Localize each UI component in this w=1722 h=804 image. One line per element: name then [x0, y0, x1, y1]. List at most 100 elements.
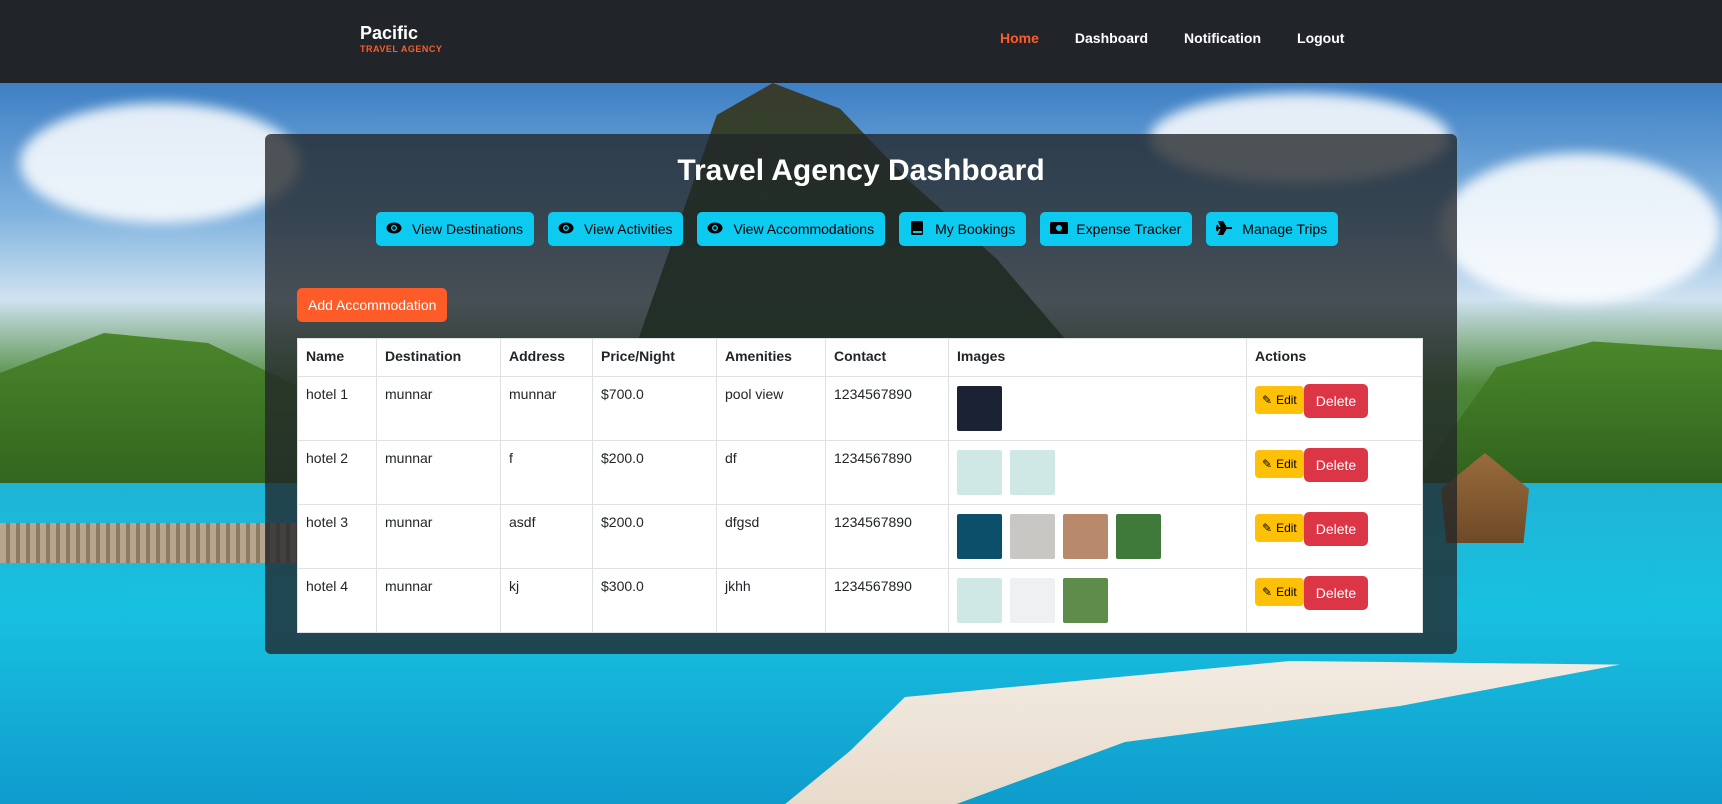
manage-trips-button[interactable]: Manage Trips: [1206, 212, 1339, 246]
column-header-amenities: Amenities: [716, 338, 826, 377]
cell-images: [948, 440, 1247, 505]
column-header-images: Images: [948, 338, 1247, 377]
book-icon: [909, 220, 925, 238]
cell-address: f: [500, 440, 593, 505]
money-bill-icon: [1050, 221, 1069, 237]
cell-price: $700.0: [592, 376, 717, 441]
cell-address: asdf: [500, 504, 593, 569]
cell-images: [948, 504, 1247, 569]
eye-icon: [707, 221, 723, 237]
cell-address: kj: [500, 568, 593, 633]
expense-tracker-button[interactable]: Expense Tracker: [1040, 212, 1193, 246]
edit-button[interactable]: ✎ Edit: [1255, 578, 1304, 606]
hotel-image-thumbnail[interactable]: [1063, 578, 1108, 623]
edit-icon: ✎: [1262, 585, 1273, 599]
column-header-destination: Destination: [376, 338, 501, 377]
delete-button[interactable]: Delete: [1303, 384, 1369, 418]
manage-trips-label: Manage Trips: [1242, 221, 1328, 237]
view-activities-label: View Activities: [584, 221, 673, 237]
hotel-image-thumbnail[interactable]: [1010, 514, 1055, 559]
edit-label: Edit: [1276, 457, 1297, 471]
column-header-name: Name: [297, 338, 377, 377]
column-header-actions: Actions: [1246, 338, 1423, 377]
cell-images: [948, 376, 1247, 441]
cell-name: hotel 4: [297, 568, 377, 633]
edit-label: Edit: [1276, 585, 1297, 599]
cell-destination: munnar: [376, 568, 501, 633]
edit-label: Edit: [1276, 521, 1297, 535]
nav-logout[interactable]: Logout: [1297, 30, 1344, 46]
edit-button[interactable]: ✎ Edit: [1255, 386, 1304, 414]
view-accommodations-label: View Accommodations: [733, 221, 875, 237]
cell-destination: munnar: [376, 440, 501, 505]
add-accommodation-button[interactable]: Add Accommodation: [297, 288, 448, 322]
cell-amenities: dfgsd: [716, 504, 826, 569]
cell-contact: 1234567890: [825, 440, 949, 505]
delete-button[interactable]: Delete: [1303, 576, 1369, 610]
view-accommodations-button[interactable]: View Accommodations: [697, 212, 886, 246]
eye-icon: [386, 221, 402, 237]
dashboard-panel: Travel Agency Dashboard View Destination…: [265, 134, 1457, 654]
edit-label: Edit: [1276, 393, 1297, 407]
nav-dashboard[interactable]: Dashboard: [1075, 30, 1148, 46]
my-bookings-label: My Bookings: [935, 221, 1016, 237]
delete-button[interactable]: Delete: [1303, 512, 1369, 546]
nav-home[interactable]: Home: [1000, 30, 1039, 46]
page-title: Travel Agency Dashboard: [677, 154, 1045, 187]
cell-amenities: jkhh: [716, 568, 826, 633]
column-header-price: Price/Night: [592, 338, 717, 377]
brand-logo[interactable]: Pacific TRAVEL AGENCY: [360, 22, 442, 54]
hotel-image-thumbnail[interactable]: [957, 514, 1002, 559]
cell-actions: ✎ Edit Delete: [1246, 504, 1423, 569]
hotel-image-thumbnail[interactable]: [1010, 578, 1055, 623]
cell-contact: 1234567890: [825, 504, 949, 569]
cell-price: $200.0: [592, 440, 717, 505]
table-header-row: Name Destination Address Price/Night Ame…: [297, 338, 1423, 377]
quick-actions: View Destinations View Activities View A…: [376, 212, 1339, 246]
expense-tracker-label: Expense Tracker: [1076, 221, 1182, 237]
hotel-image-thumbnail[interactable]: [957, 450, 1002, 495]
view-destinations-label: View Destinations: [412, 221, 524, 237]
table-row: hotel 2 munnar f $200.0 df 1234567890 ✎: [297, 440, 1423, 505]
hotel-image-thumbnail[interactable]: [1010, 450, 1055, 495]
edit-button[interactable]: ✎ Edit: [1255, 450, 1304, 478]
cell-contact: 1234567890: [825, 376, 949, 441]
cell-contact: 1234567890: [825, 568, 949, 633]
cell-destination: munnar: [376, 504, 501, 569]
hotel-image-thumbnail[interactable]: [957, 578, 1002, 623]
table-row: hotel 3 munnar asdf $200.0 dfgsd 1234567…: [297, 504, 1423, 569]
column-header-contact: Contact: [825, 338, 949, 377]
hotel-image-thumbnail[interactable]: [957, 386, 1002, 431]
edit-icon: ✎: [1262, 393, 1273, 407]
nav-links: Home Dashboard Notification Logout: [1000, 30, 1344, 46]
delete-button[interactable]: Delete: [1303, 448, 1369, 482]
cell-name: hotel 3: [297, 504, 377, 569]
hotel-image-thumbnail[interactable]: [1116, 514, 1161, 559]
my-bookings-button[interactable]: My Bookings: [899, 212, 1027, 246]
cell-name: hotel 2: [297, 440, 377, 505]
edit-button[interactable]: ✎ Edit: [1255, 514, 1304, 542]
cell-price: $300.0: [592, 568, 717, 633]
cell-address: munnar: [500, 376, 593, 441]
hotel-image-thumbnail[interactable]: [1063, 514, 1108, 559]
table-row: hotel 4 munnar kj $300.0 jkhh 1234567890: [297, 568, 1423, 633]
table-row: hotel 1 munnar munnar $700.0 pool view 1…: [297, 376, 1423, 441]
cell-actions: ✎ Edit Delete: [1246, 568, 1423, 633]
column-header-address: Address: [500, 338, 593, 377]
view-destinations-button[interactable]: View Destinations: [376, 212, 535, 246]
cell-name: hotel 1: [297, 376, 377, 441]
edit-icon: ✎: [1262, 457, 1273, 471]
eye-icon: [558, 221, 574, 237]
cell-amenities: df: [716, 440, 826, 505]
accommodations-table: Name Destination Address Price/Night Ame…: [297, 338, 1423, 633]
cell-images: [948, 568, 1247, 633]
brand-name: Pacific: [360, 23, 419, 43]
cell-amenities: pool view: [716, 376, 826, 441]
edit-icon: ✎: [1262, 521, 1273, 535]
nav-notification[interactable]: Notification: [1184, 30, 1261, 46]
navbar: Pacific TRAVEL AGENCY Home Dashboard Not…: [0, 0, 1722, 83]
cell-actions: ✎ Edit Delete: [1246, 440, 1423, 505]
brand-tagline: TRAVEL AGENCY: [360, 44, 443, 54]
view-activities-button[interactable]: View Activities: [548, 212, 684, 246]
cell-actions: ✎ Edit Delete: [1246, 376, 1423, 441]
